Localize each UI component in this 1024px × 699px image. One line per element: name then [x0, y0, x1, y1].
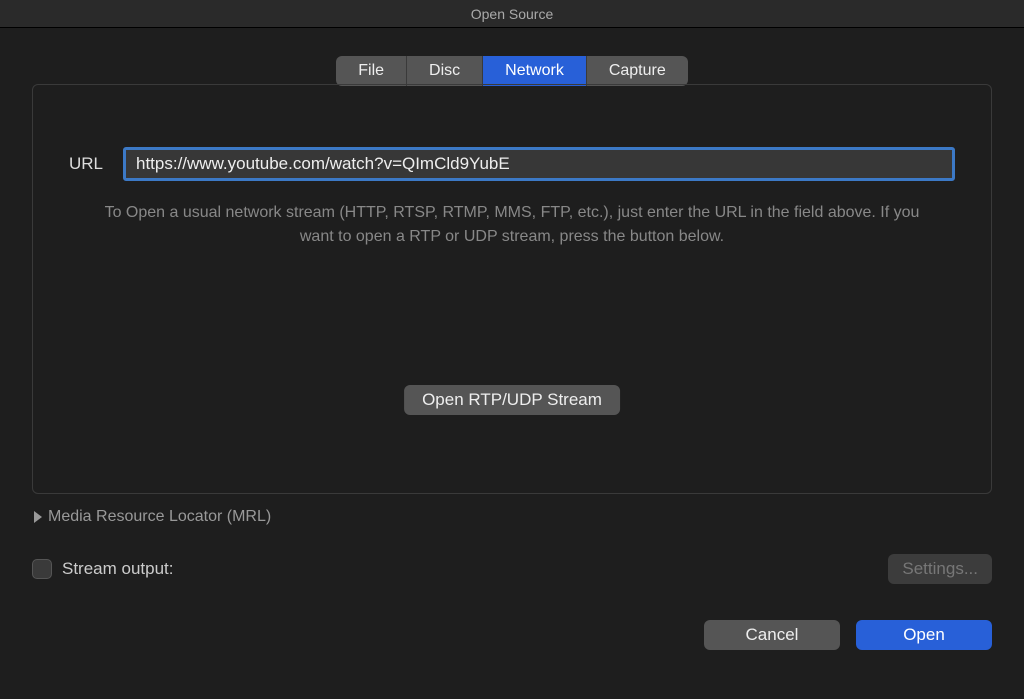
tab-file[interactable]: File: [336, 56, 407, 86]
stream-output-label: Stream output:: [62, 559, 174, 579]
disclosure-triangle-icon: [34, 511, 42, 523]
window-title: Open Source: [471, 6, 554, 22]
stream-output-row: Stream output: Settings...: [32, 554, 992, 584]
dialog-content: File Disc Network Capture URL To Open a …: [0, 28, 1024, 666]
mrl-label: Media Resource Locator (MRL): [48, 508, 271, 526]
tabbar: File Disc Network Capture: [32, 56, 992, 86]
url-row: URL: [69, 147, 955, 181]
url-label: URL: [69, 154, 109, 174]
tab-disc[interactable]: Disc: [407, 56, 483, 86]
tabbar-inner: File Disc Network Capture: [336, 56, 688, 86]
network-panel: URL To Open a usual network stream (HTTP…: [32, 84, 992, 494]
cancel-button[interactable]: Cancel: [704, 620, 840, 650]
titlebar: Open Source: [0, 0, 1024, 28]
open-button[interactable]: Open: [856, 620, 992, 650]
mrl-disclosure[interactable]: Media Resource Locator (MRL): [32, 508, 992, 526]
footer-buttons: Cancel Open: [32, 620, 992, 650]
stream-output-checkbox[interactable]: [32, 559, 52, 579]
settings-button: Settings...: [888, 554, 992, 584]
open-rtp-udp-button[interactable]: Open RTP/UDP Stream: [404, 385, 620, 415]
tab-capture[interactable]: Capture: [587, 56, 688, 86]
tab-network[interactable]: Network: [483, 56, 587, 86]
url-input[interactable]: [123, 147, 955, 181]
help-text: To Open a usual network stream (HTTP, RT…: [69, 201, 955, 249]
